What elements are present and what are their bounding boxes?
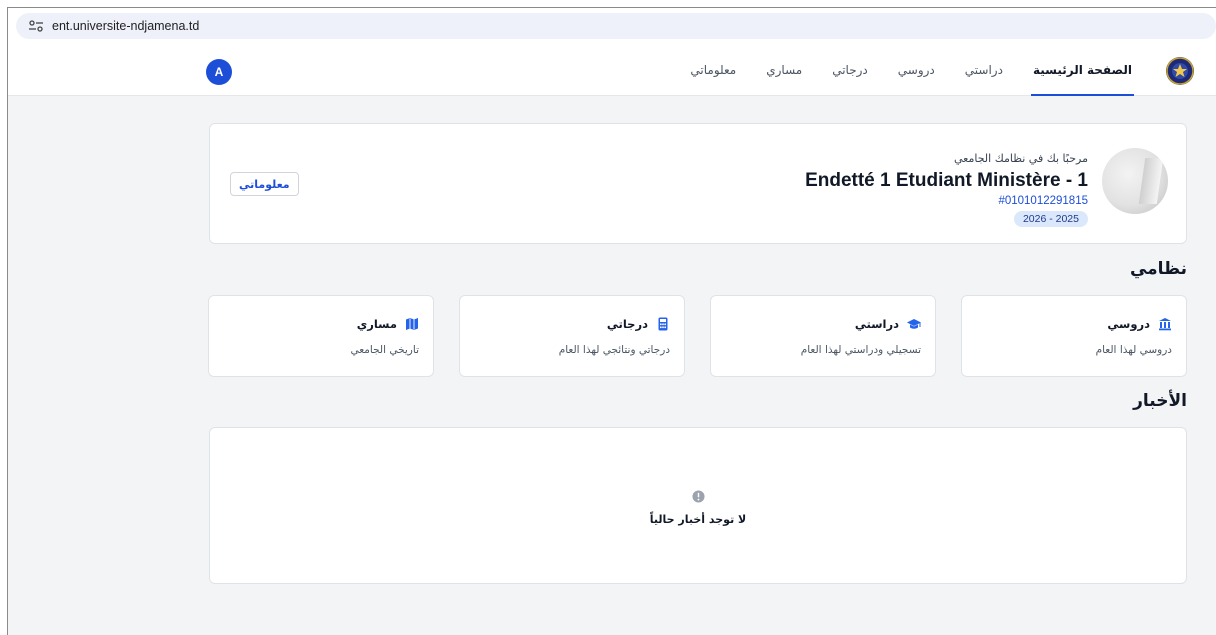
nav-item-my-info[interactable]: معلوماتي [688, 45, 738, 96]
system-section-title: نظامي [1129, 259, 1187, 279]
tile-courses[interactable]: دروسي دروسي لهذا العام [961, 295, 1187, 377]
nav-item-path[interactable]: مساري [764, 45, 804, 96]
tile-path[interactable]: مساري تاريخي الجامعي [208, 295, 434, 377]
tile-header: دراستي [855, 317, 921, 331]
tile-description: تسجيلي ودراستي لهذا العام [800, 344, 921, 356]
tile-description: دروسي لهذا العام [1095, 344, 1172, 356]
nav-item-studies[interactable]: دراستي [963, 45, 1005, 96]
nav-item-home[interactable]: الصفحة الرئيسية [1030, 45, 1134, 96]
logo-emblem-icon [1166, 57, 1194, 85]
university-logo[interactable] [1166, 57, 1194, 85]
top-navbar: A الصفحة الرئيسية دراستي دروسي درجاتي مس… [8, 45, 1216, 96]
welcome-text: مرحبًا بك في نظامك الجامعي [953, 152, 1088, 165]
tile-header: مساري [357, 317, 419, 331]
profile-info: مرحبًا بك في نظامك الجامعي Endetté 1 Etu… [805, 152, 1088, 227]
news-card: لا توجد أخبار حالياً [209, 427, 1187, 584]
tile-header: دروسي [1107, 317, 1172, 331]
url-text: ent.universite-ndjamena.td [52, 19, 200, 33]
tile-description: درجاتي ونتائجي لهذا العام [558, 344, 670, 356]
user-avatar[interactable]: A [206, 59, 232, 85]
address-bar: ent.universite-ndjamena.td [8, 8, 1216, 45]
url-field[interactable]: ent.universite-ndjamena.td [16, 13, 1216, 39]
tile-title: دراستي [854, 317, 899, 331]
tile-description: تاريخي الجامعي [350, 344, 419, 356]
student-id: #0101012291815 [998, 195, 1088, 207]
main-nav: الصفحة الرئيسية دراستي دروسي درجاتي مسار… [688, 45, 1134, 96]
tile-title: دروسي [1107, 317, 1150, 331]
news-empty-message: لا توجد أخبار حالياً [649, 513, 747, 526]
nav-item-grades[interactable]: درجاتي [830, 45, 870, 96]
tile-title: درجاتي [606, 317, 648, 331]
news-section-title: الأخبار [1133, 391, 1187, 411]
student-name: Endetté 1 Etudiant Ministère - 1 [805, 170, 1088, 191]
tile-studies[interactable]: دراستي تسجيلي ودراستي لهذا العام [710, 295, 936, 377]
tile-header: درجاتي [607, 317, 670, 331]
news-empty-state: لا توجد أخبار حالياً [210, 488, 1186, 526]
tile-grades[interactable]: درجاتي درجاتي ونتائجي لهذا العام [459, 295, 685, 377]
tile-title: مساري [356, 317, 397, 331]
nav-item-courses[interactable]: دروسي [896, 45, 937, 96]
profile-card: مرحبًا بك في نظامك الجامعي Endetté 1 Etu… [209, 123, 1187, 244]
my-info-button[interactable]: معلوماتي [230, 172, 299, 196]
graduation-cap-icon [907, 319, 921, 329]
map-icon [406, 318, 418, 330]
profile-photo [1102, 148, 1168, 214]
academic-year-badge: 2026 - 2025 [1013, 211, 1088, 227]
exclamation-circle-icon [691, 490, 705, 503]
calculator-icon [658, 317, 668, 331]
building-columns-icon [1159, 318, 1171, 331]
browser-window: ent.universite-ndjamena.td A الصفحة الرئ… [7, 7, 1216, 635]
tune-icon[interactable] [28, 19, 44, 33]
